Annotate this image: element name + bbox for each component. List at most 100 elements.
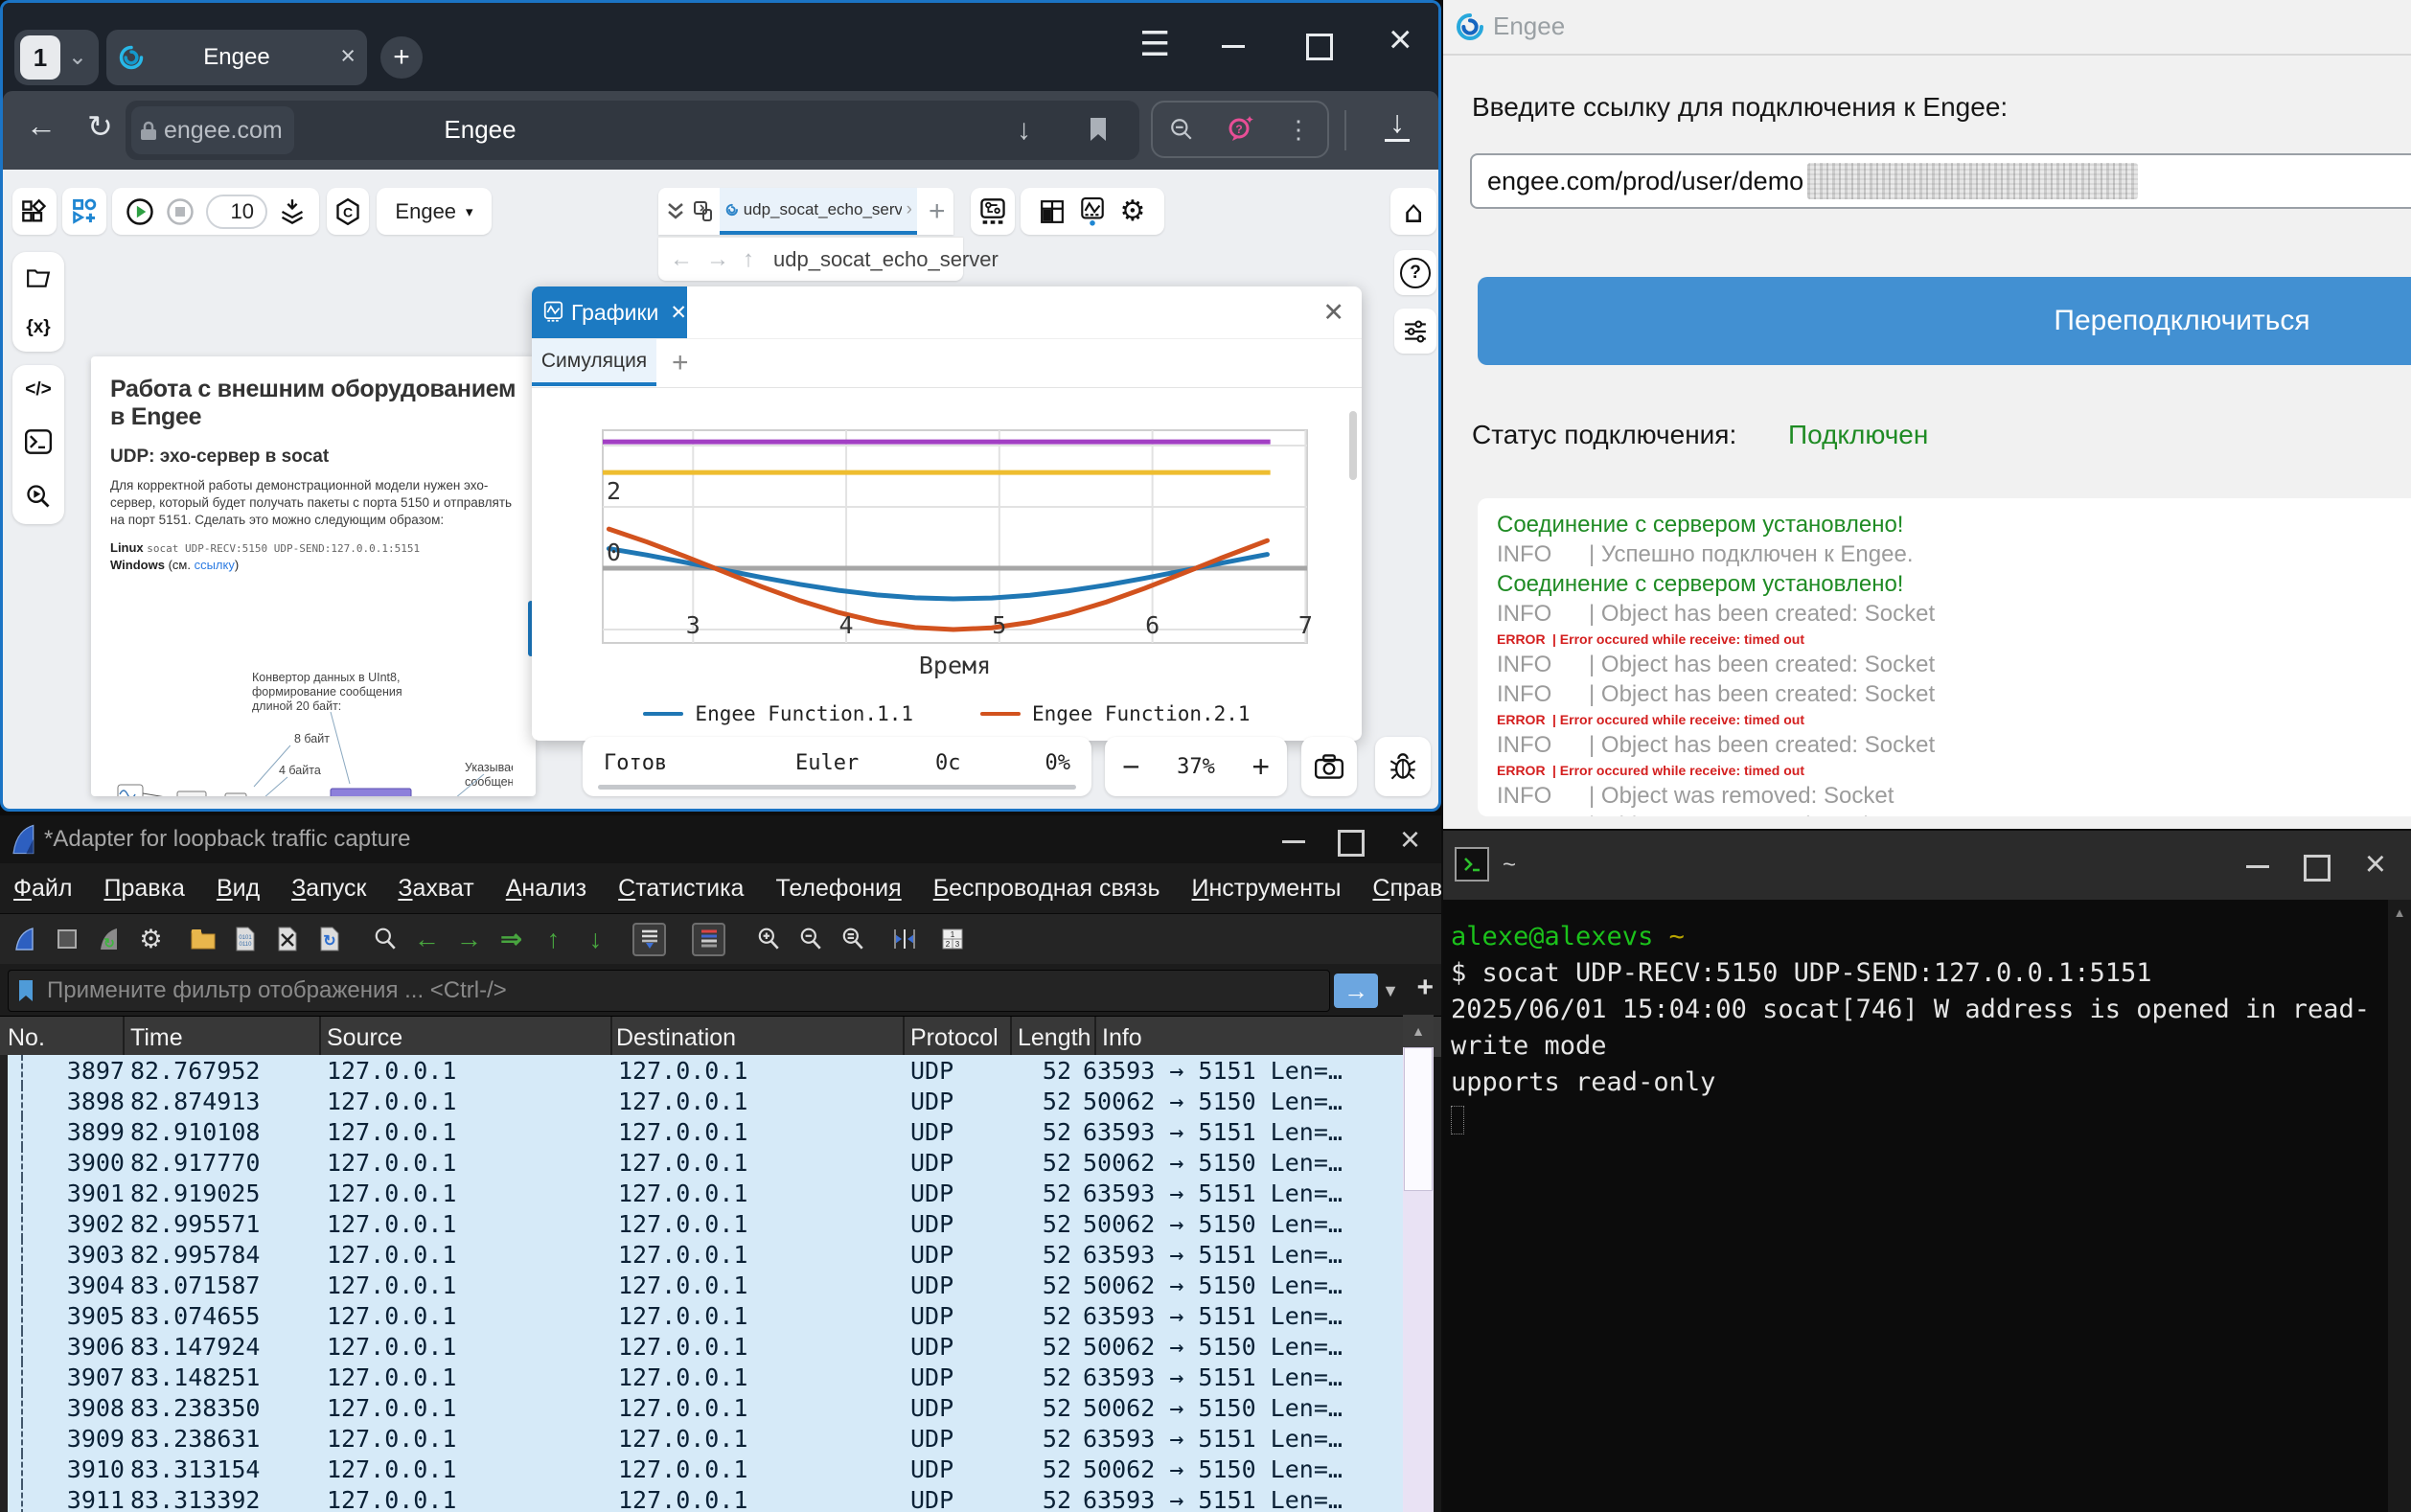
minimize-icon[interactable] [1222, 45, 1245, 48]
packet-row[interactable]: 390382.995784127.0.0.1127.0.0.1UDP526359… [8, 1239, 1403, 1270]
add-blocks-button[interactable] [62, 188, 106, 235]
find-in-model-icon[interactable] [25, 483, 52, 510]
column-header[interactable]: Protocol [910, 1024, 999, 1052]
kebab-menu-icon[interactable]: ⋮ [1286, 115, 1311, 145]
go-back-icon[interactable]: ← [414, 927, 440, 952]
ai-assistant-icon[interactable]: ? ✦ [1227, 116, 1253, 143]
packet-row[interactable]: 390182.919025127.0.0.1127.0.0.1UDP526359… [8, 1178, 1403, 1208]
debug-button[interactable] [1375, 737, 1431, 796]
menu-item[interactable]: Статистика [618, 875, 744, 903]
packet-row[interactable]: 391183.313392127.0.0.1127.0.0.1UDP526359… [8, 1484, 1403, 1512]
browser-menu-icon[interactable]: ☰ [1139, 24, 1170, 64]
data-table-icon[interactable] [1040, 199, 1065, 224]
reload-icon[interactable]: ↻ [87, 108, 113, 145]
packet-list[interactable]: 389782.767952127.0.0.1127.0.0.1UDP526359… [0, 1055, 1403, 1512]
menu-item[interactable]: Телефония [775, 875, 901, 903]
column-separator[interactable] [903, 1017, 905, 1057]
maximize-icon[interactable] [1306, 34, 1333, 60]
simulation-tab[interactable]: Симуляция [532, 339, 656, 386]
plots-scrollbar[interactable] [1349, 411, 1357, 480]
open-file-icon[interactable] [190, 927, 216, 952]
filter-bookmark-icon[interactable] [16, 978, 35, 1003]
minimize-icon[interactable] [1282, 840, 1305, 843]
menu-item[interactable]: Файл [13, 875, 72, 903]
code-generation-button[interactable]: C [327, 188, 369, 235]
scroll-up-icon[interactable]: ▲ [1403, 1015, 1434, 1047]
maximize-icon[interactable] [2304, 855, 2331, 882]
home-button[interactable]: ⌂ [1390, 188, 1436, 235]
column-header[interactable]: Length [1018, 1024, 1091, 1052]
column-header[interactable]: Source [327, 1024, 402, 1052]
reload-file-icon[interactable]: ↻ [316, 927, 342, 952]
zoom-in-icon[interactable] [755, 927, 781, 952]
display-settings-button[interactable] [1394, 309, 1436, 354]
minimize-icon[interactable] [2246, 865, 2269, 868]
column-header[interactable]: Info [1102, 1024, 1142, 1052]
zoom-out-icon[interactable] [797, 927, 823, 952]
packet-row[interactable]: 390783.148251127.0.0.1127.0.0.1UDP526359… [8, 1362, 1403, 1392]
menu-item[interactable]: Захват [398, 875, 473, 903]
scope-views-wrap[interactable] [1080, 197, 1105, 226]
open-folder-icon[interactable] [26, 266, 51, 289]
auto-scroll-toggle-icon[interactable] [632, 923, 666, 956]
address-bar[interactable]: engee.com Engee ↓ [126, 101, 1139, 160]
column-header[interactable]: Destination [616, 1024, 736, 1052]
collapse-tabs-icon[interactable] [664, 198, 687, 225]
restart-capture-icon[interactable]: ↻ [96, 927, 122, 952]
browser-tab[interactable]: Engee × [106, 30, 367, 85]
settings-gear-icon[interactable]: ⚙ [1120, 195, 1146, 228]
model-tab[interactable]: udp_socat_echo_server * › [720, 188, 917, 235]
column-separator[interactable] [610, 1017, 612, 1057]
save-file-icon[interactable]: 01010110 [232, 927, 258, 952]
go-first-packet-icon[interactable]: ↑ [540, 927, 566, 952]
sim-time-input[interactable] [206, 195, 267, 229]
code-editor-icon[interactable]: </> [25, 379, 51, 401]
terminal-icon[interactable] [25, 429, 52, 454]
column-separator[interactable] [123, 1017, 125, 1057]
plots-tab-close-icon[interactable]: ✕ [670, 301, 687, 325]
packet-list-scrollbar[interactable]: ▲ [1403, 1015, 1434, 1512]
packet-row[interactable]: 390883.238350127.0.0.1127.0.0.1UDP525006… [8, 1392, 1403, 1423]
packet-row[interactable]: 390983.238631127.0.0.1127.0.0.1UDP526359… [8, 1423, 1403, 1454]
tab-close-icon[interactable]: × [340, 41, 356, 71]
menu-item[interactable]: Справка [1372, 875, 1441, 903]
go-forward-icon[interactable]: → [456, 927, 482, 952]
menu-item[interactable]: Запуск [291, 875, 366, 903]
packet-row[interactable]: 390683.147924127.0.0.1127.0.0.1UDP525006… [8, 1331, 1403, 1362]
variables-icon[interactable]: {x} [26, 317, 50, 338]
url-chip[interactable]: engee.com [131, 106, 294, 154]
packet-row[interactable]: 389982.910108127.0.0.1127.0.0.1UDP526359… [8, 1116, 1403, 1147]
download-page-icon[interactable]: ↓ [1017, 114, 1031, 147]
chevron-right-icon[interactable]: › [907, 199, 911, 220]
reconnect-button[interactable]: Переподключиться [1478, 277, 2411, 365]
block-library-button[interactable] [12, 188, 57, 235]
windows-link[interactable]: ссылку [195, 558, 235, 572]
zoom-reset-icon[interactable] [839, 927, 865, 952]
menu-item[interactable]: Правка [103, 875, 184, 903]
columns-layout-icon[interactable]: 123 [939, 927, 965, 952]
packet-row[interactable]: 390583.074655127.0.0.1127.0.0.1UDP526359… [8, 1300, 1403, 1331]
zoom-out-page-icon[interactable] [1169, 117, 1194, 142]
start-capture-icon[interactable] [11, 927, 37, 952]
filter-dropdown-icon[interactable]: ▼ [1382, 981, 1399, 1001]
terminal-scrollbar[interactable]: ▲ [2388, 900, 2411, 1512]
packet-row[interactable]: 391083.313154127.0.0.1127.0.0.1UDP525006… [8, 1454, 1403, 1484]
menu-item[interactable]: Анализ [506, 875, 586, 903]
zoom-in-button[interactable]: + [1251, 749, 1270, 785]
run-icon[interactable] [126, 197, 154, 226]
terminal-output[interactable]: alexe@alexevs ~$ socat UDP-RECV:5150 UDP… [1443, 900, 2388, 1512]
menu-item[interactable]: Беспроводная связь [933, 875, 1160, 903]
workspace-switcher[interactable]: 1 ⌄ [14, 30, 99, 85]
menu-item[interactable]: Инструменты [1192, 875, 1342, 903]
colorize-toggle-icon[interactable] [692, 923, 725, 956]
legend-item[interactable]: Engee Function.1.1 [643, 702, 913, 725]
menu-item[interactable]: Вид [217, 875, 260, 903]
column-separator[interactable] [1094, 1017, 1096, 1057]
plots-window-close-icon[interactable]: ✕ [1322, 298, 1344, 328]
downloads-icon[interactable]: ↓ [1381, 106, 1413, 142]
solver-dropdown[interactable]: Engee ▾ [377, 188, 492, 235]
help-button[interactable]: ? [1394, 250, 1436, 295]
load-results-icon[interactable] [279, 198, 306, 225]
display-filter-input[interactable]: Примените фильтр отображения ... <Ctrl-/… [8, 970, 1330, 1012]
nav-back-icon[interactable]: ← [670, 246, 693, 273]
